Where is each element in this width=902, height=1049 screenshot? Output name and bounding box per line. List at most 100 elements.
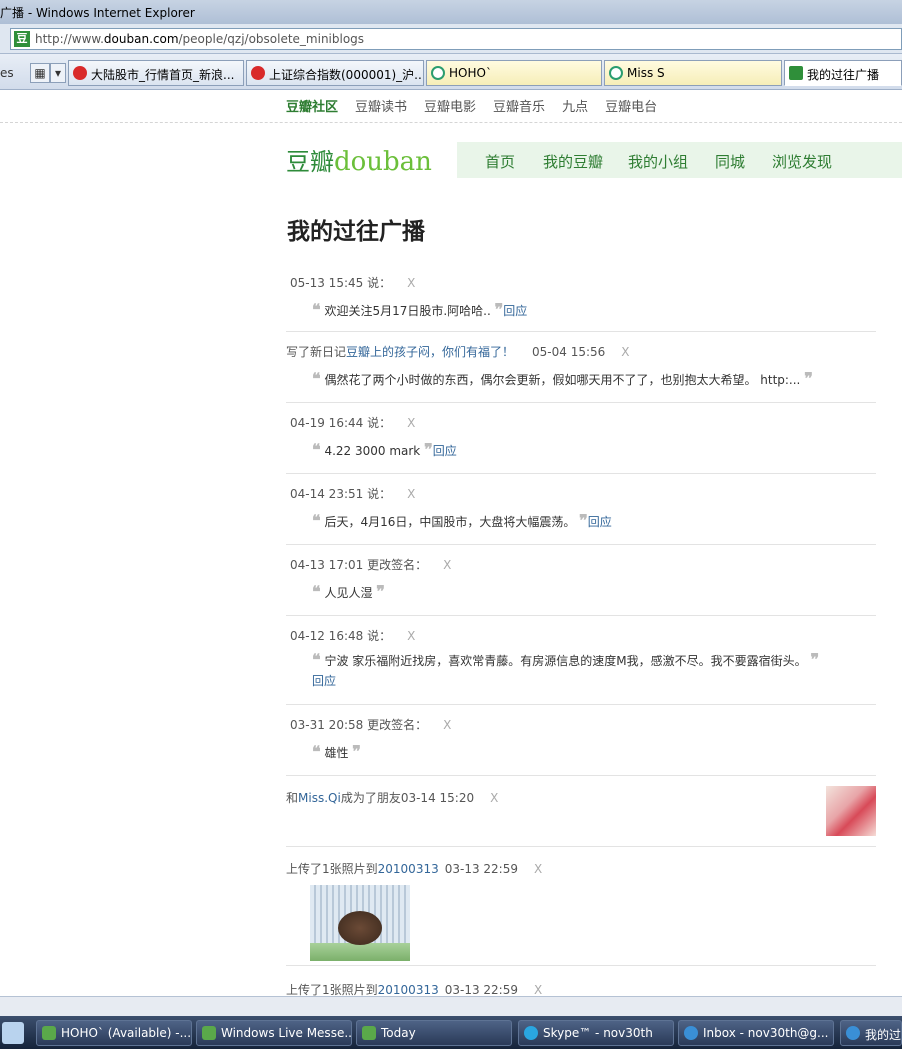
list-item: 04-14 23:51 说： X ❝ 后天，4月16日，中国股市，大盘将大幅震荡。… (286, 474, 876, 545)
delete-button[interactable]: X (534, 862, 542, 876)
delete-button[interactable]: X (443, 718, 451, 732)
list-item: 04-12 16:48 说： X ❝ 宁波 家乐福附近找房，喜欢常青藤。有房源信息… (286, 616, 876, 705)
entry-text: 人见人湿 (324, 586, 373, 600)
main-nav-item-my-douban[interactable]: 我的豆瓣 (543, 151, 603, 172)
community-nav-item[interactable]: 豆瓣社区 (286, 100, 338, 115)
divider (0, 122, 902, 123)
reply-link[interactable]: 回应 (588, 515, 612, 529)
quote-open-icon: ❝ (312, 742, 321, 761)
entry-text: 4.22 3000 mark (324, 444, 421, 458)
quote-open-icon: ❝ (312, 650, 321, 669)
entry-meta: 写了新日记豆瓣上的孩子闷，你们有福了！ 05-04 15:56 X (286, 343, 630, 360)
delete-button[interactable]: X (407, 416, 415, 430)
community-nav-item[interactable]: 九点 (562, 100, 588, 115)
window-titlebar: 广播 - Windows Internet Explorer (0, 0, 902, 24)
delete-button[interactable]: X (407, 629, 415, 643)
taskbar-item[interactable]: Windows Live Messe... (196, 1020, 352, 1046)
album-link[interactable]: 20100313 (378, 862, 439, 876)
douban-tab-icon (789, 66, 803, 80)
quote-open-icon: ❝ (312, 440, 321, 459)
list-item: 上传了1张照片到20100313 03-13 22:59 X (286, 966, 876, 996)
circle-icon (609, 66, 623, 80)
delete-button[interactable]: X (621, 345, 629, 359)
community-nav: 豆瓣社区 豆瓣读书 豆瓣电影 豆瓣音乐 九点 豆瓣电台 (286, 96, 674, 116)
tab-shanghai-index[interactable]: 上证综合指数(000001)_沪... (246, 60, 424, 86)
photo-thumbnail[interactable] (310, 885, 410, 961)
logo-en: douban (334, 147, 432, 177)
tab-sina-market[interactable]: 大陆股市_行情首页_新浪... (68, 60, 244, 86)
taskbar-item[interactable]: Skype™ - nov30th (518, 1020, 674, 1046)
taskbar-item-label: Skype™ - nov30th (543, 1026, 653, 1040)
taskbar-item[interactable]: HOHO` (Available) -... (36, 1020, 192, 1046)
tab-label: Miss S (627, 66, 665, 80)
list-item: 写了新日记豆瓣上的孩子闷，你们有福了！ 05-04 15:56 X ❝ 偶然花了两个… (286, 332, 876, 403)
delete-button[interactable]: X (407, 487, 415, 501)
quote-close-icon: ❞ (352, 742, 361, 761)
entry-text: 后天，4月16日，中国股市，大盘将大幅震荡。 (324, 515, 576, 529)
entry-time: 04-19 16:44 说： (290, 416, 392, 430)
delete-button[interactable]: X (443, 558, 451, 572)
sina-icon (73, 66, 87, 80)
quote-open-icon: ❝ (312, 369, 321, 388)
circle-icon (431, 66, 445, 80)
entry-text: 欢迎关注5月17日股市.阿哈哈.. (324, 304, 491, 318)
main-nav-item-local[interactable]: 同城 (715, 151, 745, 172)
album-link[interactable]: 20100313 (378, 983, 439, 996)
friend-link[interactable]: Miss.Qi (298, 791, 341, 805)
reply-link[interactable]: 回应 (312, 674, 336, 688)
entry-meta: 上传了1张照片到20100313 03-13 22:59 X (286, 981, 542, 996)
entry-action: 上传了1张照片到 (286, 862, 378, 876)
main-nav-item-explore[interactable]: 浏览发现 (772, 151, 832, 172)
entry-meta: 05-13 15:45 说： X (290, 274, 415, 291)
douban-logo[interactable]: 豆瓣douban (286, 142, 432, 182)
community-nav-item[interactable]: 豆瓣电台 (605, 100, 657, 115)
taskbar-item[interactable]: Inbox - nov30th@g... (678, 1020, 834, 1046)
entry-time: 04-12 16:48 说： (290, 629, 392, 643)
reply-link[interactable]: 回应 (503, 304, 527, 318)
taskbar-item[interactable]: Today (356, 1020, 512, 1046)
quick-tabs-icon[interactable]: ▦ (30, 63, 50, 83)
list-item: 上传了1张照片到20100313 03-13 22:59 X (286, 847, 876, 966)
avatar[interactable] (826, 786, 876, 836)
entry-time: 05-04 15:56 (532, 345, 606, 359)
tab-miss-s[interactable]: Miss S (604, 60, 782, 86)
delete-button[interactable]: X (407, 276, 415, 290)
tab-list-chevron-icon[interactable]: ▾ (50, 63, 66, 83)
community-nav-item[interactable]: 豆瓣电影 (424, 100, 476, 115)
main-nav-item-my-groups[interactable]: 我的小组 (628, 151, 688, 172)
tab-my-broadcasts[interactable]: 我的过往广播 (784, 60, 902, 86)
delete-button[interactable]: X (534, 983, 542, 996)
url-text[interactable]: http://www.douban.com/people/qzj/obsolet… (35, 32, 364, 46)
entry-action: 上传了1张照片到 (286, 983, 378, 996)
tab-stub[interactable]: es (0, 66, 14, 80)
community-nav-item[interactable]: 豆瓣读书 (355, 100, 407, 115)
entry-quote: ❝ 宁波 家乐福附近找房，喜欢常青藤。有房源信息的速度M我，感激不尽。我不要露宿… (312, 650, 832, 691)
url-domain: douban.com (103, 32, 179, 46)
taskbar-item[interactable]: 我的过 (840, 1020, 902, 1046)
taskbar-item-label: Today (381, 1026, 416, 1040)
delete-button[interactable]: X (490, 791, 498, 805)
entry-meta: 和Miss.Qi成为了朋友03-14 15:20 X (286, 789, 498, 806)
community-nav-item[interactable]: 豆瓣音乐 (493, 100, 545, 115)
taskbar-item-label: HOHO` (Available) -... (61, 1026, 192, 1040)
note-link[interactable]: 豆瓣上的孩子闷，你们有福了！ (346, 345, 514, 359)
taskbar-item-label: Windows Live Messe... (221, 1026, 352, 1040)
reply-link[interactable]: 回应 (433, 444, 457, 458)
quote-close-icon: ❞ (494, 300, 504, 319)
photo-grass (310, 943, 410, 961)
windows-start-icon[interactable] (2, 1022, 24, 1044)
entry-meta: 04-14 23:51 说： X (290, 485, 415, 502)
quote-close-icon: ❞ (424, 440, 433, 459)
ie-icon (684, 1026, 698, 1040)
url-field[interactable]: 豆 http://www.douban.com/people/qzj/obsol… (10, 28, 902, 50)
skype-icon (524, 1026, 538, 1040)
list-item: 和Miss.Qi成为了朋友03-14 15:20 X (286, 776, 876, 847)
main-nav-item-home[interactable]: 首页 (485, 151, 515, 172)
tab-hoho[interactable]: HOHO` (426, 60, 602, 86)
entry-time: 04-13 17:01 更改签名： (290, 558, 428, 572)
entry-meta: 04-13 17:01 更改签名： X (290, 556, 451, 573)
photo-rabbit (338, 911, 382, 945)
tab-label: 我的过往广播 (807, 68, 880, 82)
quote-open-icon: ❝ (312, 582, 321, 601)
entry-time: 03-13 22:59 (444, 983, 518, 996)
